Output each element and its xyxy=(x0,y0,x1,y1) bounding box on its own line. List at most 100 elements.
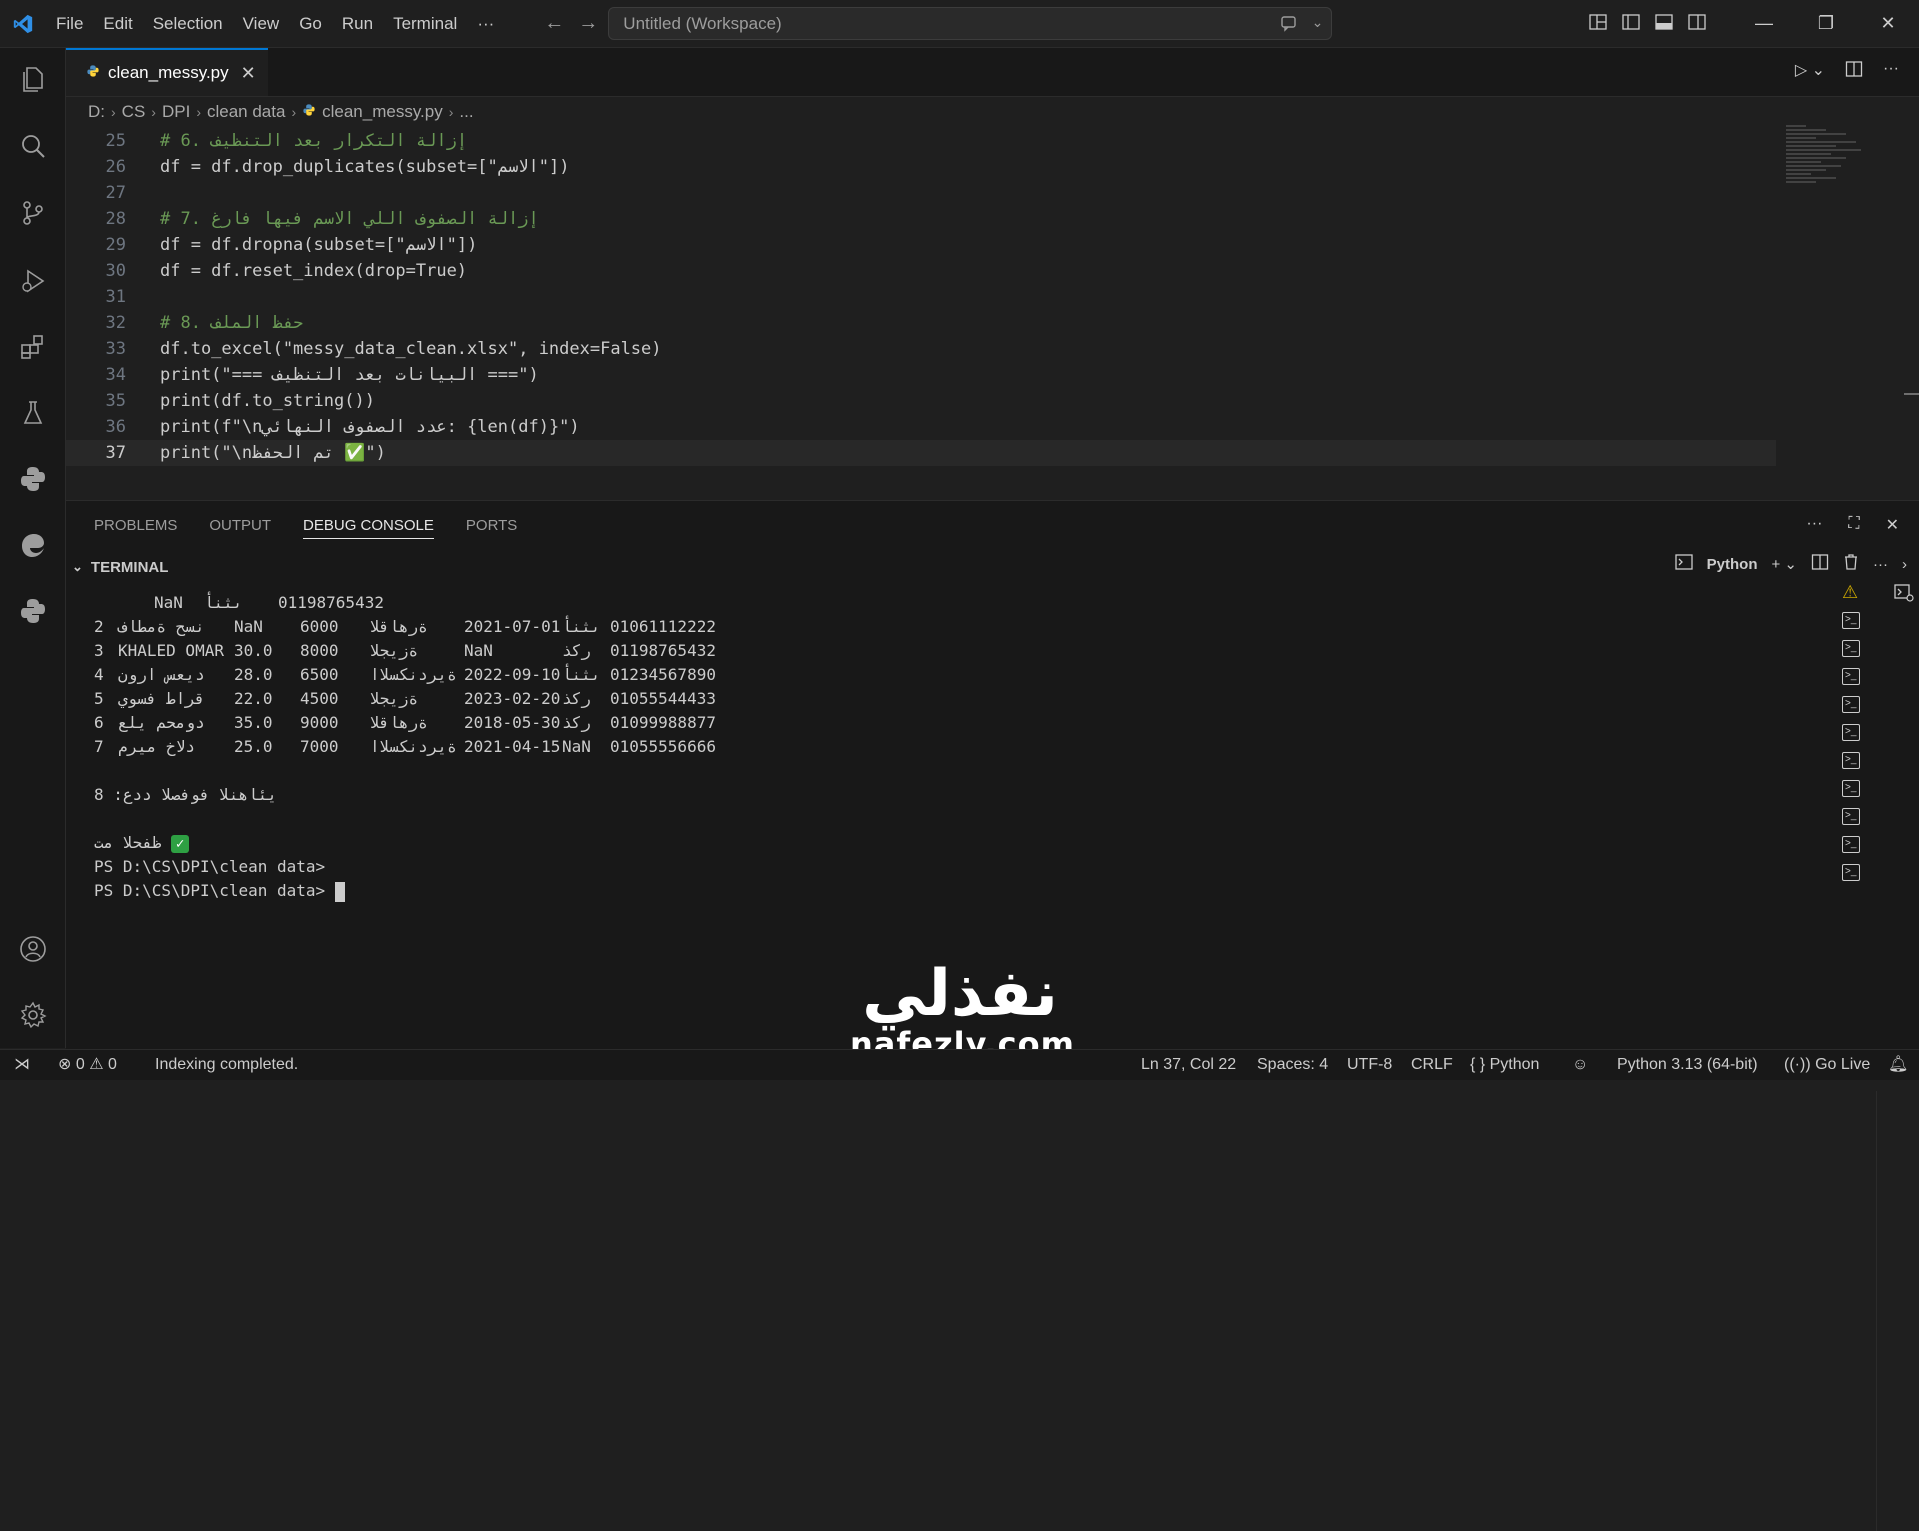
source-control-icon[interactable] xyxy=(0,188,65,238)
close-panel-icon[interactable]: ✕ xyxy=(1886,515,1899,535)
line-number: 26 xyxy=(105,157,126,177)
chevron-right-icon[interactable]: › xyxy=(1902,556,1907,573)
breadcrumb-cs[interactable]: CS xyxy=(122,102,146,122)
explorer-icon[interactable] xyxy=(0,54,65,104)
cell-gender: ركذ xyxy=(562,713,591,732)
breadcrumb-dpi[interactable]: DPI xyxy=(162,102,190,122)
command-center-search[interactable]: Untitled (Workspace) ⌄ xyxy=(608,7,1333,40)
terminal-instance-icon[interactable]: >_ xyxy=(1842,864,1860,881)
new-terminal-icon[interactable]: + ⌄ xyxy=(1772,555,1798,573)
minimize-icon[interactable]: — xyxy=(1733,0,1795,47)
back-arrow-icon[interactable]: ← xyxy=(544,12,564,35)
menu-selection[interactable]: Selection xyxy=(143,0,233,47)
tab-output[interactable]: OUTPUT xyxy=(209,517,271,539)
terminal-instance-icon[interactable]: >_ xyxy=(1842,724,1860,741)
toggle-panel-icon[interactable] xyxy=(1654,12,1674,37)
chat-icon[interactable] xyxy=(1280,14,1298,35)
close-tab-icon[interactable]: ✕ xyxy=(241,63,256,84)
title-bar: File Edit Selection View Go Run Terminal… xyxy=(0,0,1919,48)
python-interpreter[interactable]: Python 3.13 (64-bit) xyxy=(1617,1050,1758,1080)
terminal-row: 2 نسح ةمطاف NaN 6000 ةرهاقلا 2021-07-01 ىثنأ 01… xyxy=(94,615,1594,639)
terminal-instance-icon[interactable]: >_ xyxy=(1842,696,1860,713)
maximize-panel-icon[interactable]: ⛶ xyxy=(1848,515,1859,535)
run-python-file-icon[interactable]: ▷ ⌄ xyxy=(1795,60,1825,83)
menu-terminal[interactable]: Terminal xyxy=(383,0,467,47)
restore-icon[interactable]: ❐ xyxy=(1795,0,1857,47)
end-of-line[interactable]: CRLF xyxy=(1411,1050,1453,1080)
terminal-row: 7 دلاخ ميرم 25.0 7000 ةيردنكسلاا 2021-04-15 Na… xyxy=(94,735,1594,759)
chevron-down-icon[interactable]: ⌄ xyxy=(72,559,83,575)
panel-more-icon[interactable]: ··· xyxy=(1806,515,1822,535)
cell-date: 2021-07-01 xyxy=(464,617,561,636)
terminal-prompt-current[interactable]: PS D:\CS\DPI\clean data> xyxy=(94,879,1594,903)
notifications-bell-icon[interactable]: 🔔︎ xyxy=(1888,1050,1908,1080)
cell-phone: 01234567890 xyxy=(610,665,716,684)
settings-gear-icon[interactable] xyxy=(0,990,65,1040)
menu-edit[interactable]: Edit xyxy=(93,0,142,47)
search-icon[interactable] xyxy=(0,122,65,172)
indentation[interactable]: Spaces: 4 xyxy=(1257,1050,1328,1080)
terminal-output[interactable]: NaN ىثنأ 01198765432 2 نسح ةمطاف NaN 6000 ةر… xyxy=(94,591,1594,903)
terminal-instance-icon[interactable]: >_ xyxy=(1842,808,1860,825)
terminal-section-header[interactable]: ⌄ TERMINAL xyxy=(66,553,1919,581)
trash-icon[interactable] xyxy=(1843,553,1859,575)
tab-debug-console[interactable]: DEBUG CONSOLE xyxy=(303,517,434,539)
toggle-primary-sidebar-icon[interactable] xyxy=(1621,12,1641,37)
terminal-instance-icon[interactable]: >_ xyxy=(1842,752,1860,769)
saved-text: ظفحلا مت xyxy=(94,833,162,852)
menu-go[interactable]: Go xyxy=(289,0,332,47)
breadcrumb-clean-data[interactable]: clean data xyxy=(207,102,285,122)
terminal-shell-name[interactable]: Python xyxy=(1707,556,1758,573)
cell-gender: ىثنأ xyxy=(562,617,601,636)
editor-scrollbar[interactable] xyxy=(1904,393,1919,395)
extensions-icon[interactable] xyxy=(0,322,65,372)
terminal-instance-icon[interactable]: >_ xyxy=(1842,780,1860,797)
edge-devtools-icon[interactable] xyxy=(0,520,65,570)
terminal-instance-icon[interactable]: >_ xyxy=(1842,640,1860,657)
menu-more[interactable]: ··· xyxy=(467,0,504,47)
menu-run[interactable]: Run xyxy=(332,0,383,47)
warning-icon[interactable]: ⚠ xyxy=(1842,583,1860,601)
cell-salary: 7000 xyxy=(300,737,339,756)
terminal-view-toggle-icon[interactable] xyxy=(1894,584,1914,607)
terminal-more-icon[interactable]: ··· xyxy=(1873,556,1888,573)
menu-file[interactable]: File xyxy=(46,0,93,47)
split-editor-icon[interactable] xyxy=(1845,60,1863,83)
split-terminal-icon[interactable] xyxy=(1811,553,1829,575)
close-window-icon[interactable]: ✕ xyxy=(1857,0,1919,47)
minimap[interactable] xyxy=(1786,125,1876,205)
terminal-instance-icon[interactable]: >_ xyxy=(1842,836,1860,853)
problems-status[interactable]: ⊗ 0 ⚠ 0 xyxy=(58,1050,117,1080)
count-text: يئاهنلا فوفصلا ددع: 8 xyxy=(94,785,278,804)
terminal-instance-icon[interactable]: >_ xyxy=(1842,612,1860,629)
testing-icon[interactable] xyxy=(0,388,65,438)
toggle-secondary-sidebar-icon[interactable] xyxy=(1687,12,1707,37)
breadcrumb-file[interactable]: clean_messy.py xyxy=(322,102,443,122)
breadcrumb-drive[interactable]: D: xyxy=(88,102,105,122)
code-editor[interactable]: 25 # 6. إزالة التكرار بعد التنظيف 26 df = … xyxy=(66,128,1776,498)
forward-arrow-icon[interactable]: → xyxy=(578,12,598,35)
cursor-position[interactable]: Ln 37, Col 22 xyxy=(1141,1050,1236,1080)
language-mode[interactable]: { } Python xyxy=(1470,1050,1539,1080)
copilot-icon[interactable]: ☺ xyxy=(1572,1050,1588,1080)
code-line: 29 df = df.dropna(subset=["الاسم"]) xyxy=(66,232,1776,258)
customize-layout-icon[interactable] xyxy=(1588,12,1608,37)
tab-clean-messy[interactable]: clean_messy.py ✕ xyxy=(66,48,268,96)
terminal-instance-icon[interactable]: >_ xyxy=(1842,668,1860,685)
chevron-down-icon[interactable]: ⌄ xyxy=(1312,14,1324,35)
terminal-cursor xyxy=(334,881,345,902)
python-icon[interactable] xyxy=(0,454,65,504)
cell-city: ةرهاقلا xyxy=(370,617,428,636)
run-debug-icon[interactable] xyxy=(0,256,65,306)
remote-icon[interactable]: ⋊ xyxy=(14,1050,30,1080)
breadcrumb-symbol[interactable]: ... xyxy=(459,102,473,122)
tab-ports[interactable]: PORTS xyxy=(466,517,517,539)
go-live-button[interactable]: ((·)) Go Live xyxy=(1784,1050,1870,1080)
terminal-shell-icon xyxy=(1675,554,1693,574)
menu-view[interactable]: View xyxy=(233,0,290,47)
encoding[interactable]: UTF-8 xyxy=(1347,1050,1392,1080)
tab-problems[interactable]: PROBLEMS xyxy=(94,517,177,539)
more-actions-icon[interactable]: ··· xyxy=(1883,60,1899,83)
python-environments-icon[interactable] xyxy=(0,586,65,636)
accounts-icon[interactable] xyxy=(0,924,65,974)
